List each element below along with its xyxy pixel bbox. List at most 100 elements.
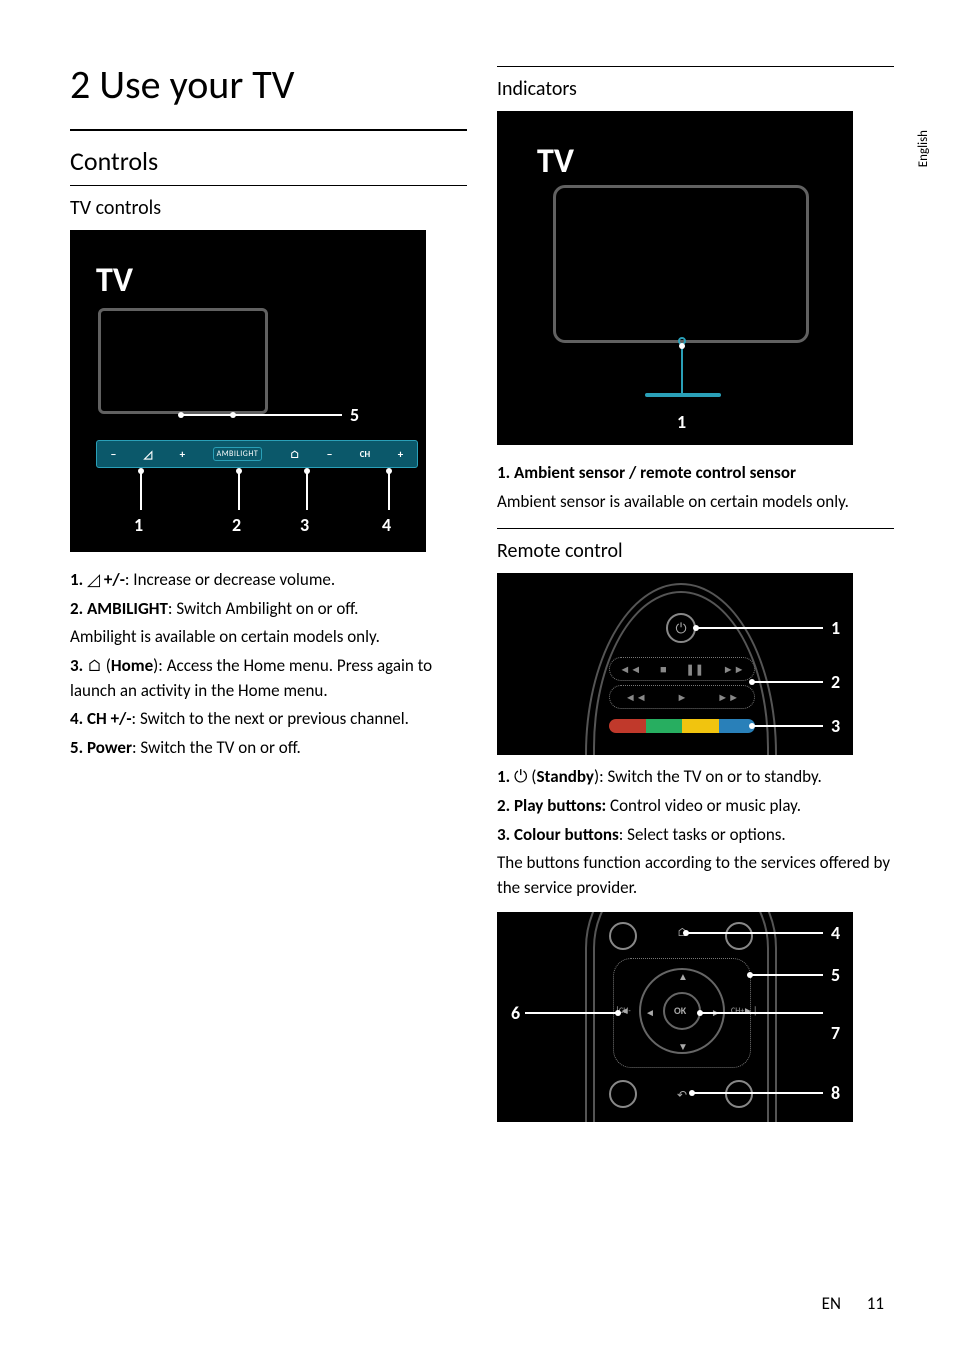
dot (236, 468, 242, 474)
lead-line (753, 725, 823, 727)
item-3: 3. ⌂ (Home): Access the Home menu. Press… (70, 654, 467, 703)
tv-button-bar: − ◿ + AMBILIGHT ⌂ − CH + (96, 440, 418, 468)
callout-2: 2 (232, 514, 241, 536)
plus-icon: + (180, 448, 185, 461)
rewind-icon: ◄◄ (625, 691, 647, 704)
ind-item-1b: Ambient sensor is available on certain m… (497, 490, 894, 515)
stand-line (681, 347, 683, 397)
minus-icon: − (111, 448, 116, 461)
left-arrow-icon: ◄ (645, 1006, 655, 1019)
callout-4: 4 (831, 922, 840, 944)
ok-label: OK (674, 1004, 686, 1017)
figure-tv-controls: TV 5 − ◿ + AMBILIGHT ⌂ − CH + 1 (70, 230, 426, 552)
yellow-button (682, 719, 719, 733)
callout-1: 1 (831, 617, 840, 639)
play-row-2: ◄◄ ► ►► (609, 685, 755, 709)
lead-line (388, 470, 390, 510)
tv-outline (553, 185, 809, 343)
pause-icon: ❚❚ (686, 663, 704, 676)
lead-line (751, 974, 823, 976)
callout-3: 3 (831, 715, 840, 737)
section-heading: Controls (70, 145, 467, 177)
power-icon: ⏻ (514, 766, 527, 787)
stop-icon: ■ (660, 663, 667, 676)
item-4: 4. CH +/-: Switch to the next or previou… (70, 707, 467, 732)
rc1-item-3: 3. Colour buttons: Select tasks or optio… (497, 823, 894, 848)
item-1: 1. ◿ +/-: Increase or decrease volume. (70, 568, 467, 593)
content-columns: 2 Use your TV Controls TV controls TV 5 … (70, 60, 894, 1134)
down-arrow-icon: ▼ (678, 1040, 688, 1053)
callout-5: 5 (350, 404, 359, 426)
figure-indicators: TV 1 (497, 111, 853, 445)
stand-base (645, 393, 721, 397)
lead-line (693, 1092, 823, 1094)
lead-line (238, 470, 240, 510)
language-tab: English (916, 130, 931, 167)
footer-page-number: 11 (867, 1293, 884, 1314)
dot (386, 468, 392, 474)
tv-outline (98, 308, 268, 414)
callout-2: 2 (831, 671, 840, 693)
home-icon: ⌂ (290, 448, 300, 461)
ambilight-label: AMBILIGHT (213, 447, 263, 461)
minus-icon: − (327, 448, 332, 461)
lead-line (306, 470, 308, 510)
divider (497, 528, 894, 529)
play-icon: ► (677, 691, 688, 704)
lead-line (140, 470, 142, 510)
subsection-heading: TV controls (70, 196, 467, 220)
lead-line (697, 627, 823, 629)
colour-buttons (609, 719, 755, 733)
prev-icon: ◄◄ (619, 663, 641, 676)
right-column: Indicators TV 1 1. Ambient sensor / remo… (497, 60, 894, 1134)
lead-line (687, 932, 823, 934)
subsection-heading: Remote control (497, 539, 894, 563)
item-2: 2. AMBILIGHT: Switch Ambilight on or off… (70, 597, 467, 622)
callout-6: 6 (511, 1002, 520, 1024)
plus-icon: + (398, 448, 403, 461)
figure-remote-nav: ⌂ OK ▲ ▼ ◄ ► CH- CH+ |◄ ►| ↶ 6 (497, 912, 853, 1122)
up-arrow-icon: ▲ (678, 970, 688, 983)
rc1-item-2: 2. Play buttons: Control video or music … (497, 794, 894, 819)
callout-8: 8 (831, 1082, 840, 1104)
green-button (646, 719, 683, 733)
ch-label: CH (360, 449, 370, 460)
lead-line (525, 1012, 617, 1014)
divider (497, 66, 894, 67)
left-column: 2 Use your TV Controls TV controls TV 5 … (70, 60, 467, 1134)
rc1-item-1: 1. ⏻ (Standby): Switch the TV on or to s… (497, 765, 894, 790)
home-icon: ⌂ (87, 655, 102, 676)
volume-icon: ◿ (144, 448, 152, 461)
figure-remote-top: ⏻ ◄◄ ■ ❚❚ ►► ◄◄ ► ►► 1 (497, 573, 853, 755)
callout-4: 4 (382, 514, 391, 536)
lead-line (701, 1012, 823, 1014)
callout-7: 7 (831, 1022, 840, 1044)
lead-line (182, 414, 342, 416)
item-2b: Ambilight is available on certain models… (70, 625, 467, 650)
dot (304, 468, 310, 474)
skip-fwd-icon: ►| (743, 1004, 758, 1017)
callout-3: 3 (300, 514, 309, 536)
tv-label: TV (96, 260, 133, 301)
subsection-heading: Indicators (497, 77, 894, 101)
red-button (609, 719, 646, 733)
play-row-1: ◄◄ ■ ❚❚ ►► (609, 657, 755, 681)
rc1-item-note: The buttons function according to the se… (497, 851, 894, 900)
callout-1: 1 (134, 514, 143, 536)
lead-line (753, 681, 823, 683)
dot (138, 468, 144, 474)
divider (70, 185, 467, 186)
chapter-title: 2 Use your TV (70, 60, 467, 109)
ffwd-icon: ►► (717, 691, 739, 704)
dot (679, 343, 685, 349)
ind-item-1: 1. Ambient sensor / remote control senso… (497, 461, 894, 486)
tv-label: TV (537, 141, 574, 182)
back-icon: ↶ (677, 1088, 687, 1103)
page-footer: EN 11 (822, 1293, 884, 1314)
divider (70, 129, 467, 131)
callout-5: 5 (831, 964, 840, 986)
volume-icon: ◿ (87, 569, 104, 590)
next-icon: ►► (723, 663, 745, 676)
callout-1: 1 (677, 411, 686, 433)
item-5: 5. Power: Switch the TV on or off. (70, 736, 467, 761)
